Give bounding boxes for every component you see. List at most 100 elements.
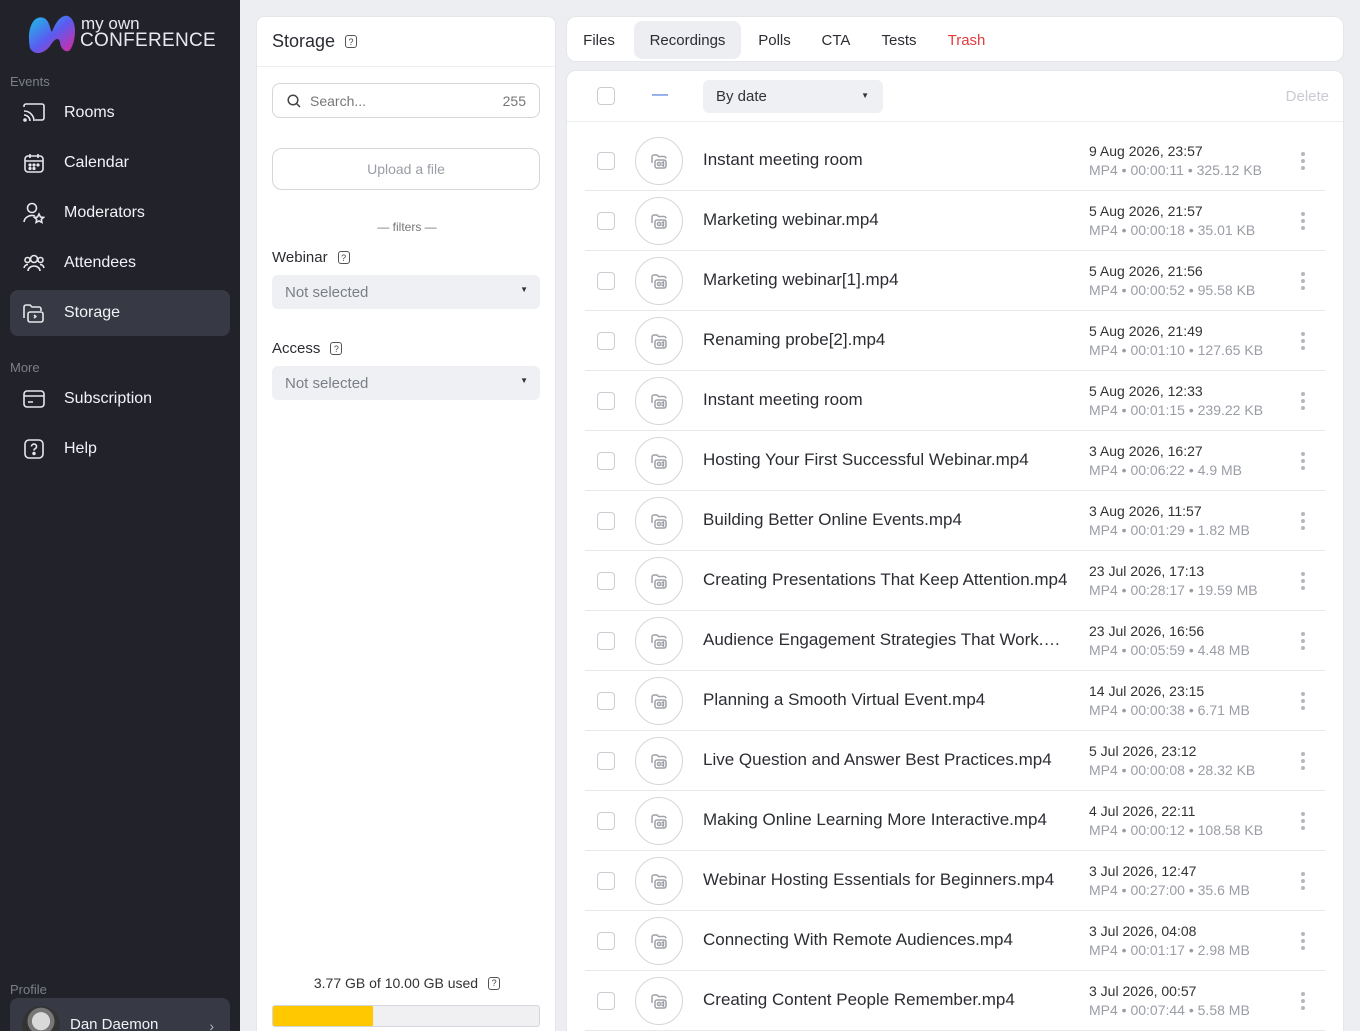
- profile-card[interactable]: Dan Daemon ›: [10, 998, 230, 1031]
- more-options-icon[interactable]: [1296, 452, 1310, 470]
- recording-date: 5 Aug 2026, 21:56: [1089, 263, 1203, 279]
- card-icon: [22, 387, 46, 411]
- recording-date: 23 Jul 2026, 17:13: [1089, 563, 1205, 579]
- video-file-icon: [635, 857, 683, 905]
- table-row[interactable]: Instant meeting room 9 Aug 2026, 23:57 MP4…: [585, 131, 1325, 191]
- row-checkbox[interactable]: [597, 632, 615, 650]
- help-icon[interactable]: ?: [330, 342, 343, 355]
- table-row[interactable]: Marketing webinar[1].mp4 5 Aug 2026, 21:5…: [585, 251, 1325, 311]
- search-input[interactable]: [310, 92, 480, 109]
- sidebar-item-subscription[interactable]: Subscription: [10, 376, 230, 422]
- video-file-icon: [635, 497, 683, 545]
- recording-title[interactable]: Marketing webinar.mp4: [703, 210, 1069, 230]
- row-checkbox[interactable]: [597, 152, 615, 170]
- row-checkbox[interactable]: [597, 332, 615, 350]
- recording-title[interactable]: Hosting Your First Successful Webinar.mp…: [703, 450, 1069, 470]
- recording-date: 3 Aug 2026, 16:27: [1089, 443, 1203, 459]
- recording-title[interactable]: Building Better Online Events.mp4: [703, 510, 1069, 530]
- help-icon[interactable]: ?: [488, 976, 501, 990]
- sidebar-item-label: Help: [64, 440, 97, 457]
- row-checkbox[interactable]: [597, 752, 615, 770]
- more-options-icon[interactable]: [1296, 692, 1310, 710]
- tab-cta[interactable]: CTA: [811, 21, 861, 59]
- table-row[interactable]: Renaming probe[2].mp4 5 Aug 2026, 21:49 MP…: [585, 311, 1325, 371]
- access-select[interactable]: Not selected ▼: [272, 366, 540, 400]
- sort-select[interactable]: By date ▼: [703, 80, 883, 113]
- more-options-icon[interactable]: [1296, 512, 1310, 530]
- recording-date: 3 Jul 2026, 12:47: [1089, 863, 1197, 879]
- row-checkbox[interactable]: [597, 272, 615, 290]
- recording-title[interactable]: Creating Presentations That Keep Attenti…: [703, 570, 1069, 590]
- row-checkbox[interactable]: [597, 212, 615, 230]
- recording-title[interactable]: Renaming probe[2].mp4: [703, 330, 1069, 350]
- more-options-icon[interactable]: [1296, 152, 1310, 170]
- upload-button[interactable]: Upload a file: [272, 148, 540, 190]
- collapse-toggle[interactable]: —: [652, 86, 668, 104]
- row-checkbox[interactable]: [597, 812, 615, 830]
- tab-tests[interactable]: Tests: [871, 21, 927, 59]
- webinar-select[interactable]: Not selected ▼: [272, 275, 540, 309]
- table-row[interactable]: Hosting Your First Successful Webinar.mp…: [585, 431, 1325, 491]
- row-checkbox[interactable]: [597, 692, 615, 710]
- recording-title[interactable]: Marketing webinar[1].mp4: [703, 270, 1069, 290]
- sidebar-item-attendees[interactable]: Attendees: [10, 240, 230, 286]
- delete-button[interactable]: Delete: [1286, 88, 1329, 105]
- table-row[interactable]: Webinar Hosting Essentials for Beginners…: [585, 851, 1325, 911]
- sidebar-item-calendar[interactable]: Calendar: [10, 140, 230, 186]
- select-all-checkbox[interactable]: [597, 87, 615, 105]
- sidebar-item-help[interactable]: Help: [10, 426, 230, 472]
- table-row[interactable]: Building Better Online Events.mp4 3 Aug 2…: [585, 491, 1325, 551]
- sidebar-item-storage[interactable]: Storage: [10, 290, 230, 336]
- tab-recordings[interactable]: Recordings: [634, 21, 741, 59]
- row-checkbox[interactable]: [597, 392, 615, 410]
- recording-title[interactable]: Webinar Hosting Essentials for Beginners…: [703, 870, 1069, 890]
- more-options-icon[interactable]: [1296, 812, 1310, 830]
- recording-title[interactable]: Live Question and Answer Best Practices.…: [703, 750, 1069, 770]
- video-file-icon: [635, 797, 683, 845]
- row-checkbox[interactable]: [597, 452, 615, 470]
- table-row[interactable]: Connecting With Remote Audiences.mp4 3 Ju…: [585, 911, 1325, 971]
- recording-date: 5 Aug 2026, 21:49: [1089, 323, 1203, 339]
- search-field[interactable]: 255: [272, 83, 540, 118]
- recording-title[interactable]: Audience Engagement Strategies That Work…: [703, 630, 1069, 650]
- recording-title[interactable]: Instant meeting room: [703, 390, 1069, 410]
- table-row[interactable]: Audience Engagement Strategies That Work…: [585, 611, 1325, 671]
- help-icon[interactable]: ?: [345, 35, 358, 48]
- sidebar-item-rooms[interactable]: Rooms: [10, 90, 230, 136]
- more-options-icon[interactable]: [1296, 392, 1310, 410]
- more-options-icon[interactable]: [1296, 872, 1310, 890]
- more-options-icon[interactable]: [1296, 932, 1310, 950]
- sidebar-item-moderators[interactable]: Moderators: [10, 190, 230, 236]
- recording-title[interactable]: Connecting With Remote Audiences.mp4: [703, 930, 1069, 950]
- row-checkbox[interactable]: [597, 992, 615, 1010]
- more-options-icon[interactable]: [1296, 272, 1310, 290]
- table-row[interactable]: Making Online Learning More Interactive.…: [585, 791, 1325, 851]
- tab-trash[interactable]: Trash: [937, 21, 996, 59]
- recording-title[interactable]: Making Online Learning More Interactive.…: [703, 810, 1069, 830]
- help-icon[interactable]: ?: [337, 251, 350, 264]
- recording-date: 14 Jul 2026, 23:15: [1089, 683, 1205, 699]
- recording-title[interactable]: Planning a Smooth Virtual Event.mp4: [703, 690, 1069, 710]
- row-checkbox[interactable]: [597, 512, 615, 530]
- more-options-icon[interactable]: [1296, 212, 1310, 230]
- table-row[interactable]: Instant meeting room 5 Aug 2026, 12:33 MP4…: [585, 371, 1325, 431]
- more-options-icon[interactable]: [1296, 752, 1310, 770]
- more-options-icon[interactable]: [1296, 572, 1310, 590]
- more-options-icon[interactable]: [1296, 632, 1310, 650]
- row-checkbox[interactable]: [597, 572, 615, 590]
- table-row[interactable]: Marketing webinar.mp4 5 Aug 2026, 21:57 MP…: [585, 191, 1325, 251]
- table-row[interactable]: Planning a Smooth Virtual Event.mp4 14 Ju…: [585, 671, 1325, 731]
- brand-logo[interactable]: my own CONFERENCE: [26, 12, 226, 56]
- table-row[interactable]: Live Question and Answer Best Practices.…: [585, 731, 1325, 791]
- video-file-icon: [635, 557, 683, 605]
- recording-title[interactable]: Creating Content People Remember.mp4: [703, 990, 1069, 1010]
- tab-polls[interactable]: Polls: [748, 21, 801, 59]
- recording-title[interactable]: Instant meeting room: [703, 150, 1069, 170]
- table-row[interactable]: Creating Presentations That Keep Attenti…: [585, 551, 1325, 611]
- more-options-icon[interactable]: [1296, 992, 1310, 1010]
- row-checkbox[interactable]: [597, 932, 615, 950]
- more-options-icon[interactable]: [1296, 332, 1310, 350]
- tab-files[interactable]: Files: [571, 21, 627, 59]
- row-checkbox[interactable]: [597, 872, 615, 890]
- table-row[interactable]: Creating Content People Remember.mp4 3 Ju…: [585, 971, 1325, 1031]
